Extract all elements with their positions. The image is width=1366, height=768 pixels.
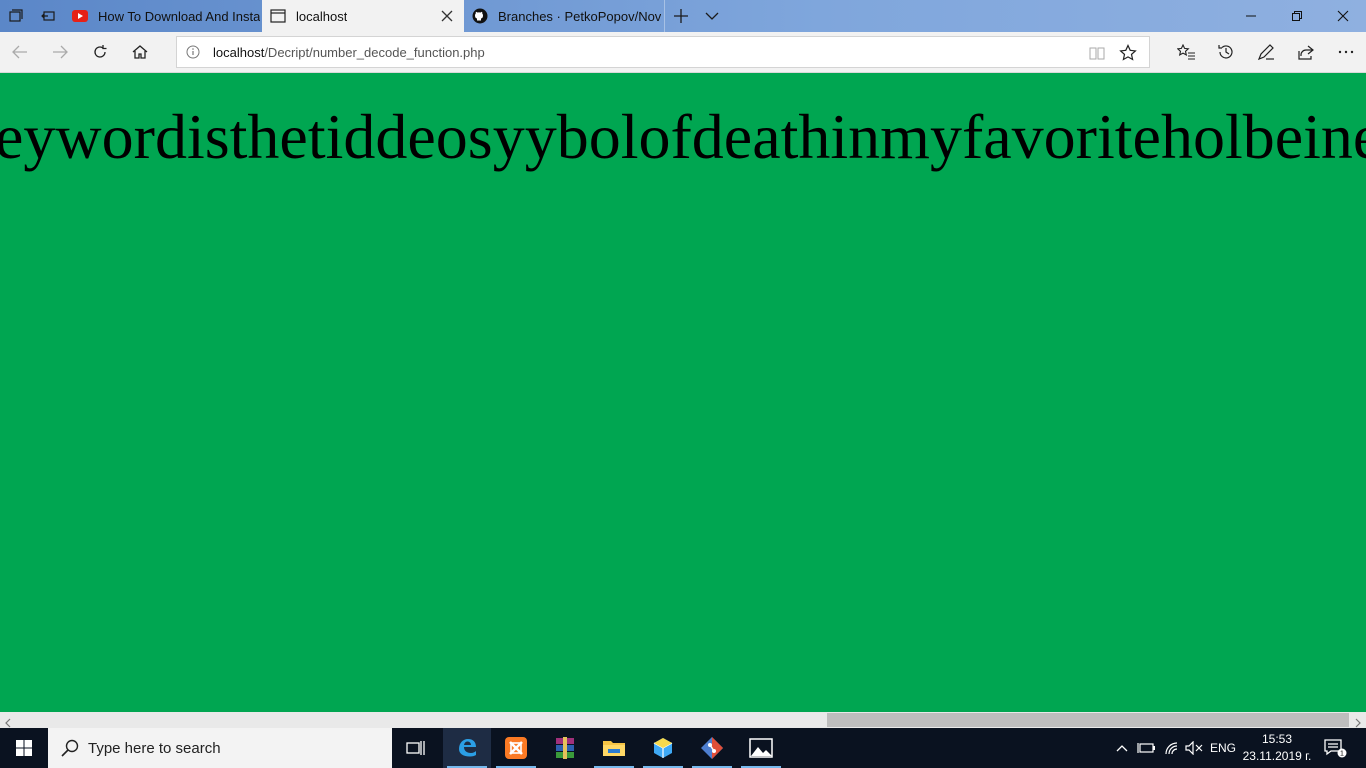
windows-logo-icon bbox=[16, 740, 32, 756]
winrar-icon bbox=[556, 737, 574, 759]
forward-arrow-icon bbox=[53, 45, 68, 59]
taskbar-search-box[interactable]: Type here to search bbox=[48, 728, 392, 768]
site-info-icon[interactable] bbox=[186, 45, 200, 59]
pen-icon bbox=[1257, 44, 1274, 61]
edge-icon bbox=[459, 739, 476, 757]
wifi-icon bbox=[1165, 742, 1178, 755]
battery-tray-icon[interactable] bbox=[1136, 728, 1156, 768]
tab-bar: How To Download And Insta localhost Bran… bbox=[0, 0, 1366, 32]
forward-button[interactable] bbox=[50, 42, 70, 62]
tab-list-button[interactable] bbox=[697, 0, 727, 32]
github-icon bbox=[472, 8, 488, 24]
plus-icon bbox=[674, 9, 688, 23]
network-tray-icon[interactable] bbox=[1162, 728, 1182, 768]
minimize-button[interactable] bbox=[1228, 0, 1274, 32]
taskbar-app-cube[interactable] bbox=[639, 728, 687, 768]
page-content: keywordisthetiddeosyybolofdeathinmyfavor… bbox=[0, 73, 1366, 712]
tab-label: Branches · PetkoPopov/Nov bbox=[498, 8, 662, 24]
taskbar: Type here to search ENG 15:53 23.11.2019… bbox=[0, 728, 1366, 768]
window-controls bbox=[1228, 0, 1366, 32]
taskbar-app-winrar[interactable] bbox=[541, 728, 589, 768]
favorite-star-icon[interactable] bbox=[1119, 44, 1137, 62]
share-button[interactable] bbox=[1296, 42, 1316, 62]
minimize-icon bbox=[1246, 15, 1256, 17]
scrollbar-thumb[interactable] bbox=[827, 713, 1349, 727]
share-icon bbox=[1298, 45, 1314, 60]
scroll-right-icon[interactable] bbox=[1353, 715, 1363, 728]
chevron-up-icon bbox=[1116, 745, 1128, 752]
web-note-button[interactable] bbox=[1256, 42, 1276, 62]
restore-button[interactable] bbox=[1274, 0, 1320, 32]
input-language-indicator[interactable]: ENG bbox=[1208, 728, 1238, 768]
system-clock[interactable]: 15:53 23.11.2019 г. bbox=[1240, 731, 1314, 765]
battery-icon bbox=[1137, 743, 1155, 753]
tab-github[interactable]: Branches · PetkoPopov/Nov bbox=[464, 0, 664, 32]
close-window-button[interactable] bbox=[1320, 0, 1366, 32]
show-hidden-icons-button[interactable] bbox=[1112, 728, 1132, 768]
horizontal-scrollbar[interactable] bbox=[0, 712, 1366, 728]
home-icon bbox=[132, 45, 148, 59]
close-icon bbox=[1337, 10, 1349, 22]
notification-icon: 1 bbox=[1324, 739, 1347, 758]
chevron-down-icon bbox=[705, 12, 719, 20]
more-dots-icon bbox=[1338, 50, 1354, 54]
tab-label: How To Download And Insta bbox=[98, 8, 261, 24]
clock-date: 23.11.2019 г. bbox=[1242, 749, 1312, 763]
notification-count: 1 bbox=[1340, 751, 1344, 758]
volume-muted-icon bbox=[1185, 741, 1203, 755]
url-path: /Decript/number_decode_function.php bbox=[264, 45, 485, 60]
git-icon bbox=[701, 737, 723, 759]
search-placeholder: Type here to search bbox=[88, 739, 221, 757]
back-arrow-icon bbox=[12, 45, 27, 59]
home-button[interactable] bbox=[130, 42, 150, 62]
folder-icon bbox=[603, 741, 625, 756]
tab-label: localhost bbox=[296, 8, 348, 24]
address-bar[interactable]: localhost/Decript/number_decode_function… bbox=[176, 36, 1150, 68]
history-icon bbox=[1218, 45, 1233, 59]
cube-app-icon bbox=[653, 738, 673, 758]
url-text[interactable]: localhost/Decript/number_decode_function… bbox=[213, 45, 485, 60]
close-tab-icon[interactable] bbox=[440, 9, 454, 23]
scroll-left-icon[interactable] bbox=[3, 715, 13, 728]
refresh-button[interactable] bbox=[90, 42, 110, 62]
xampp-icon bbox=[505, 737, 527, 759]
tab-preview-icon[interactable] bbox=[0, 0, 32, 32]
favorites-hub-button[interactable] bbox=[1176, 42, 1196, 62]
taskbar-app-file-explorer[interactable] bbox=[590, 728, 638, 768]
restore-icon bbox=[1292, 11, 1302, 21]
settings-more-button[interactable] bbox=[1336, 42, 1356, 62]
tab-localhost[interactable]: localhost bbox=[262, 0, 464, 32]
task-view-icon bbox=[406, 741, 425, 755]
reading-view-icon[interactable] bbox=[1089, 45, 1105, 61]
page-icon bbox=[270, 8, 286, 24]
youtube-icon bbox=[72, 8, 88, 24]
search-icon bbox=[61, 739, 79, 757]
history-button[interactable] bbox=[1216, 42, 1236, 62]
url-host: localhost bbox=[213, 45, 265, 60]
favorites-list-icon bbox=[1177, 44, 1195, 60]
taskbar-app-edge[interactable] bbox=[443, 728, 491, 768]
start-button[interactable] bbox=[0, 728, 48, 768]
photos-icon bbox=[749, 738, 773, 758]
new-tab-button[interactable] bbox=[665, 0, 697, 32]
navigation-bar: localhost/Decript/number_decode_function… bbox=[0, 32, 1366, 73]
taskbar-app-photos[interactable] bbox=[737, 728, 785, 768]
tab-youtube[interactable]: How To Download And Insta bbox=[64, 0, 262, 32]
set-tabs-aside-icon[interactable] bbox=[32, 0, 64, 32]
volume-tray-icon[interactable] bbox=[1184, 728, 1204, 768]
decoded-text: keywordisthetiddeosyybolofdeathinmyfavor… bbox=[0, 101, 1366, 172]
action-center-button[interactable]: 1 bbox=[1320, 728, 1350, 768]
refresh-icon bbox=[94, 45, 107, 58]
taskbar-app-xampp[interactable] bbox=[492, 728, 540, 768]
taskbar-app-git[interactable] bbox=[688, 728, 736, 768]
back-button[interactable] bbox=[10, 42, 30, 62]
task-view-button[interactable] bbox=[392, 728, 440, 768]
clock-time: 15:53 bbox=[1261, 732, 1293, 746]
